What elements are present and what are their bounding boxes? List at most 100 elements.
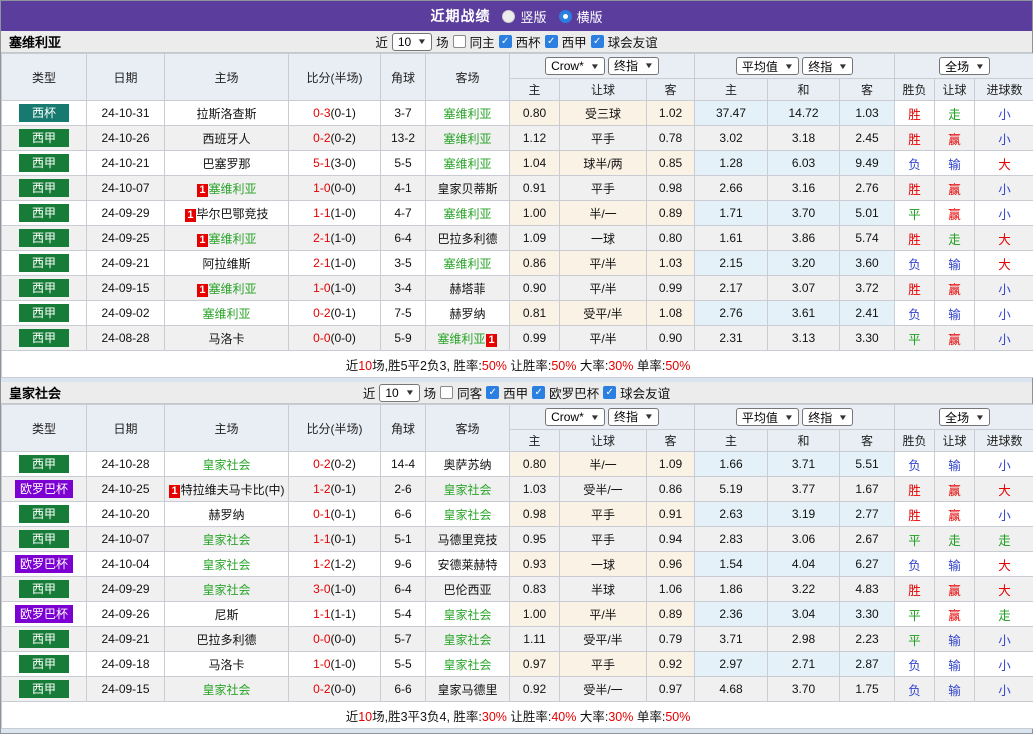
col-header-avg-away: 客	[839, 78, 896, 101]
cell-avg-draw: 3.70	[767, 200, 841, 226]
match-row: 西甲 24-09-15 皇家社会 0-2(0-0) 6-6 皇家马德里 0.92 受半/一 0.…	[1, 676, 1033, 702]
team-section-real-sociedad: 皇家社会 近 10 ▼ 场 同客 ✓ 西甲 ✓ 欧罗巴杯 ✓ 球会友谊 类型 日…	[0, 382, 1033, 733]
cell-home-team: 皇家社会	[164, 526, 289, 552]
col-header-type: 类型	[1, 404, 87, 452]
league-checkbox-3[interactable]: ✓	[603, 386, 617, 399]
league-checkbox-3[interactable]: ✓	[590, 35, 604, 48]
layout-radio-vertical[interactable]: 竖版	[502, 7, 547, 26]
league-badge: 西甲	[19, 154, 69, 172]
col-header-handicap-result: 让球	[934, 78, 976, 101]
cell-avg-away: 6.27	[839, 551, 896, 577]
team-name: 塞维利亚	[208, 281, 257, 296]
average-stage-select[interactable]: 终指 ▼	[802, 57, 854, 75]
scope-select[interactable]: 全场 ▼	[939, 57, 991, 75]
team-name: 皇家社会	[443, 507, 492, 522]
match-count-select[interactable]: 10 ▼	[379, 383, 420, 402]
cell-avg-away: 9.49	[839, 150, 896, 176]
cell-corners: 13-2	[380, 125, 426, 151]
cell-odds-home: 0.80	[509, 100, 560, 126]
team-name: 安德莱赫特	[437, 557, 498, 572]
cell-date: 24-10-21	[86, 150, 165, 176]
league-badge: 西甲	[19, 179, 69, 197]
cell-away-team: 皇家社会	[425, 501, 510, 527]
cell-avg-home: 3.02	[694, 125, 769, 151]
team-name: 塞维利亚	[443, 131, 492, 146]
cell-odds-home: 0.98	[509, 501, 560, 527]
cell-league-type: 西甲	[1, 651, 87, 677]
bookmaker-select[interactable]: Crow* ▼	[545, 57, 605, 76]
cell-corners: 4-7	[380, 200, 426, 226]
layout-radio-horizontal[interactable]: 横版	[558, 7, 603, 26]
league-badge: 西甲	[19, 329, 69, 347]
col-header-corner: 角球	[380, 53, 426, 101]
match-row: 西甲 24-10-07 皇家社会 1-1(0-1) 5-1 马德里竞技 0.95 平手 0.94…	[1, 526, 1033, 552]
match-count-select[interactable]: 10 ▼	[391, 32, 433, 51]
odds-stage-select[interactable]: 终指 ▼	[608, 407, 659, 426]
match-history-table: 类型 日期 主场 比分(半场) 角球 客场 Crow* ▼ 终指 ▼ 平均值 ▼ 终指…	[0, 53, 1033, 378]
cell-league-type: 西甲	[1, 150, 87, 176]
cell-result-goals: 小	[974, 300, 1033, 326]
average-stage-select[interactable]: 终指 ▼	[802, 408, 854, 426]
league-badge: 西甲	[19, 304, 69, 322]
match-row: 西甲 24-09-21 巴拉多利德 0-0(0-0) 5-7 皇家社会 1.11 受平/半 0.…	[1, 626, 1033, 652]
league-badge: 西甲	[19, 229, 69, 247]
cell-corners: 3-4	[380, 275, 426, 301]
cell-home-team: 巴拉多利德	[164, 626, 289, 652]
league-badge: 西甲	[19, 279, 69, 297]
average-select-cell: 平均值 ▼ 终指 ▼	[694, 53, 896, 79]
cell-away-team: 皇家贝蒂斯	[425, 175, 510, 201]
cell-odds-handicap-line: 受平/半	[559, 300, 647, 326]
cell-result-wdl: 胜	[894, 225, 936, 251]
cell-odds-away: 0.97	[645, 676, 696, 702]
cell-odds-home: 0.90	[509, 275, 560, 301]
average-select[interactable]: 平均值 ▼	[735, 57, 799, 75]
radio-checked-icon[interactable]	[558, 9, 572, 23]
cell-avg-away: 3.60	[839, 250, 896, 276]
cell-corners: 5-5	[380, 651, 426, 677]
scope-select[interactable]: 全场 ▼	[939, 408, 991, 426]
odds-stage-select[interactable]: 终指 ▼	[608, 56, 659, 75]
cell-odds-away: 0.98	[645, 175, 696, 201]
cell-odds-home: 0.97	[509, 651, 560, 677]
league-checkbox-2[interactable]: ✓	[544, 35, 558, 48]
cell-league-type: 欧罗巴杯	[1, 601, 87, 627]
league-checkbox-2[interactable]: ✓	[532, 386, 546, 399]
cell-result-goals: 小	[974, 200, 1033, 226]
col-header-goals: 进球数	[974, 429, 1033, 452]
cell-date: 24-09-18	[86, 651, 165, 677]
cell-odds-home: 1.00	[509, 601, 560, 627]
filter-bar: 塞维利亚 近 10 ▼ 场 同主 ✓ 西杯 ✓ 西甲 ✓ 球会友谊	[1, 31, 1032, 53]
cell-away-team: 皇家社会	[425, 651, 510, 677]
cell-odds-handicap-line: 平手	[559, 501, 647, 527]
chevron-down-icon: ▼	[838, 61, 849, 71]
league-checkbox-1[interactable]: ✓	[486, 386, 500, 399]
cell-avg-home: 2.15	[694, 250, 769, 276]
cell-odds-away: 1.02	[645, 100, 696, 126]
rank-1-flag: 1	[185, 208, 196, 222]
col-header-avg-draw: 和	[767, 429, 841, 452]
match-row: 欧罗巴杯 24-10-25 1 特拉维夫马卡比(中) 1-2(0-1) 2-6 皇家社会 1.…	[1, 476, 1033, 502]
cell-odds-away: 0.99	[645, 275, 696, 301]
same-venue-checkbox[interactable]	[452, 35, 466, 48]
league-label-1: 西甲	[503, 387, 529, 401]
match-history-table: 类型 日期 主场 比分(半场) 角球 客场 Crow* ▼ 终指 ▼ 平均值 ▼ 终指…	[0, 404, 1033, 729]
col-header-avg-away: 客	[839, 429, 896, 452]
cell-avg-draw: 3.04	[767, 601, 841, 627]
league-checkbox-1[interactable]: ✓	[498, 35, 512, 48]
same-venue-checkbox[interactable]	[440, 386, 454, 399]
cell-score: 1-0(1-0)	[288, 651, 381, 677]
col-header-date: 日期	[86, 404, 165, 452]
cell-result-goals: 小	[974, 676, 1033, 702]
col-header-goals: 进球数	[974, 78, 1033, 101]
cell-odds-away: 1.03	[645, 250, 696, 276]
average-select[interactable]: 平均值 ▼	[735, 408, 799, 426]
handicap-select-cell: Crow* ▼ 终指 ▼	[508, 404, 696, 430]
cell-odds-handicap-line: 平/半	[559, 325, 647, 351]
col-header-avg-home: 主	[694, 429, 769, 452]
bookmaker-select[interactable]: Crow* ▼	[545, 408, 605, 427]
col-header-away: 客场	[425, 53, 510, 101]
team-name: 皇家社会	[443, 657, 492, 672]
radio-unchecked-icon[interactable]	[502, 9, 516, 23]
same-venue-label: 同客	[457, 387, 483, 401]
league-badge: 西甲	[19, 505, 69, 523]
